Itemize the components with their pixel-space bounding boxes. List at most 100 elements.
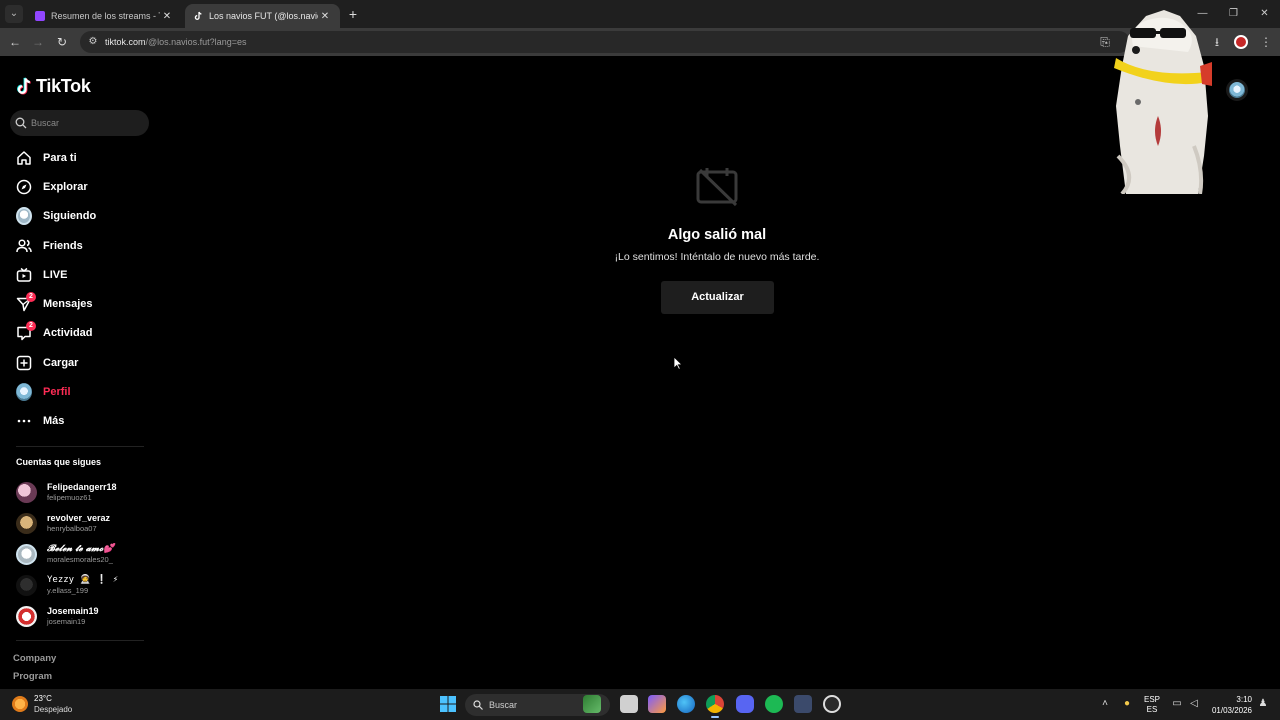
account-username: josemain19 (47, 617, 86, 626)
header-profile-avatar[interactable] (1226, 79, 1248, 101)
windows-taskbar: 23°C Despejado Buscar ˄ ● ESP ES ▭ ◁ 3:1… (0, 689, 1280, 720)
obs-icon[interactable] (823, 695, 841, 713)
tab-search-button[interactable]: ⌄ (5, 5, 23, 23)
profile-avatar-icon (1229, 82, 1245, 98)
spotify-icon[interactable] (765, 695, 783, 713)
windows-start-icon[interactable] (440, 696, 456, 712)
account-names: Felipedangerr18 felipemuoz61 (47, 482, 117, 503)
tiktok-logo-icon (17, 77, 31, 94)
chevron-up-icon[interactable]: ˄ (1099, 698, 1111, 710)
network-icon[interactable]: ▭ (1171, 698, 1183, 710)
error-title: Algo salió mal (667, 227, 767, 243)
sidebar-item-label: Siguiendo (43, 210, 97, 223)
mouse-cursor-icon (673, 356, 683, 370)
account-username: felipemuoz61 (47, 493, 92, 502)
copilot-icon[interactable] (648, 695, 666, 713)
sidebar-item-label: Mensajes (43, 298, 93, 311)
tab-title: Los navios FUT (@los.navios.fut) (209, 11, 318, 21)
sidebar-item-live[interactable]: LIVE (0, 260, 160, 289)
search-icon (15, 117, 27, 129)
account-username: y.ellass_199 (47, 586, 89, 595)
sidebar-item-label: Actividad (43, 327, 93, 340)
account-display-name: Josemain19 (47, 606, 99, 616)
microphone-icon[interactable]: ● (1121, 698, 1133, 710)
menu-kebab-icon[interactable]: ⋮ (1258, 34, 1274, 50)
following-item[interactable]: Josemain19 josemain19 (16, 601, 156, 632)
account-avatar (16, 606, 37, 627)
reload-icon[interactable]: ↻ (54, 34, 70, 50)
refresh-button[interactable]: Actualizar (661, 281, 774, 314)
browser-tab-tiktok[interactable]: Los navios FUT (@los.navios.fut) ✕ (185, 4, 340, 28)
clock-time: 3:10 (1236, 694, 1252, 704)
chrome-icon[interactable] (706, 695, 724, 718)
sidebar-item-label: Perfil (43, 386, 71, 399)
clock-date: 01/03/2026 (1211, 705, 1252, 715)
following-item[interactable]: 𝓑𝓮𝓵𝓮𝓷 𝓽𝓮 𝓪𝓶𝓸💕 moralesmorales20_ (16, 539, 156, 570)
following-section-title: Cuentas que sigues (16, 457, 102, 467)
address-bar[interactable]: ⚙ tiktok.com/@los.navios.fut?lang=es (80, 31, 1130, 53)
taskbar-clock[interactable]: 3:10 01/03/2026 (1206, 689, 1252, 720)
tiktok-logo[interactable]: TikTok (16, 76, 91, 97)
sidebar-item-cargar[interactable]: Cargar (0, 348, 160, 377)
tiktok-favicon-icon (193, 11, 203, 21)
weather-temp: 23°C (34, 694, 52, 703)
compass-icon (16, 179, 32, 195)
tiktok-page: TikTok Para ti Explorar Siguiendo Friend… (0, 57, 1280, 689)
close-window-icon[interactable]: ✕ (1249, 0, 1280, 28)
weather-text: 23°C Despejado (34, 693, 72, 715)
forward-arrow-icon[interactable]: → (30, 34, 46, 50)
sidebar-item-mas[interactable]: Más (0, 407, 160, 436)
language-indicator[interactable]: ESP ES (1144, 689, 1160, 720)
footer-link-company[interactable]: Company (13, 650, 56, 668)
following-item[interactable]: revolver_veraz henrybalboa07 (16, 508, 156, 539)
messages-icon: 2 (16, 292, 36, 312)
notification-bell-icon[interactable]: ♟ (1257, 698, 1269, 710)
site-info-icon[interactable]: ⚙ (87, 36, 99, 48)
sidebar-item-label: Para ti (43, 151, 77, 164)
widget-app-icon[interactable] (583, 695, 601, 713)
footer-link-program[interactable]: Program (13, 668, 56, 686)
sidebar-divider (16, 446, 144, 447)
sun-icon (12, 696, 28, 712)
browser-tab-twitch[interactable]: Resumen de los streams - Twitch ✕ (27, 4, 182, 28)
tab-close-icon[interactable]: ✕ (160, 11, 174, 22)
sidebar-item-perfil[interactable]: Perfil (0, 377, 160, 406)
account-names: Yezzy 🧑‍🚀 ❕ ⚡ y.ellass_199 (47, 575, 118, 596)
sidebar-item-actividad[interactable]: 2 Actividad (0, 319, 160, 348)
sidebar-item-mensajes[interactable]: 2 Mensajes (0, 289, 160, 318)
following-item[interactable]: Felipedangerr18 felipemuoz61 (16, 477, 156, 508)
search-box[interactable] (10, 110, 149, 136)
file-explorer-icon[interactable] (620, 695, 638, 713)
weather-desc: Despejado (34, 705, 73, 714)
new-tab-button[interactable]: + (345, 6, 361, 22)
taskbar-search-label: Buscar (489, 700, 518, 710)
tab-close-icon[interactable]: ✕ (318, 11, 332, 22)
weather-widget[interactable]: 23°C Despejado (12, 693, 72, 715)
back-arrow-icon[interactable]: ← (7, 34, 23, 50)
error-message: ¡Lo sentimos! Inténtalo de nuevo más tar… (614, 251, 820, 263)
url-text: tiktok.com/@los.navios.fut?lang=es (105, 31, 246, 53)
browser-toolbar: ← → ↻ ⚙ tiktok.com/@los.navios.fut?lang=… (0, 28, 1280, 56)
lang-top: ESP (1144, 694, 1161, 704)
live-icon (16, 267, 32, 283)
avatar-icon (16, 207, 32, 226)
account-display-name: revolver_veraz (47, 513, 111, 523)
account-display-name: Felipedangerr18 (47, 482, 117, 492)
volume-icon[interactable]: ◁ (1188, 698, 1200, 710)
sidebar-item-label: Cargar (43, 356, 79, 369)
following-item[interactable]: Yezzy 🧑‍🚀 ❕ ⚡ y.ellass_199 (16, 570, 156, 601)
restore-icon[interactable]: ❐ (1218, 0, 1249, 28)
account-username: moralesmorales20_ (47, 555, 113, 564)
profile-avatar-icon (16, 383, 32, 402)
steam-icon[interactable] (794, 695, 812, 713)
discord-icon[interactable] (736, 695, 754, 713)
search-input[interactable] (31, 118, 141, 128)
logo-text: TikTok (36, 76, 91, 96)
profile-avatar-icon[interactable] (1234, 35, 1248, 49)
sidebar-item-label: Explorar (43, 180, 88, 193)
sidebar-item-para-ti[interactable]: Para ti (0, 143, 160, 172)
calendar-off-icon (696, 168, 738, 207)
sidebar-item-explorar[interactable]: Explorar (0, 172, 160, 201)
url-path: /@los.navios.fut?lang=es (145, 37, 247, 47)
edge-icon[interactable] (677, 695, 695, 713)
